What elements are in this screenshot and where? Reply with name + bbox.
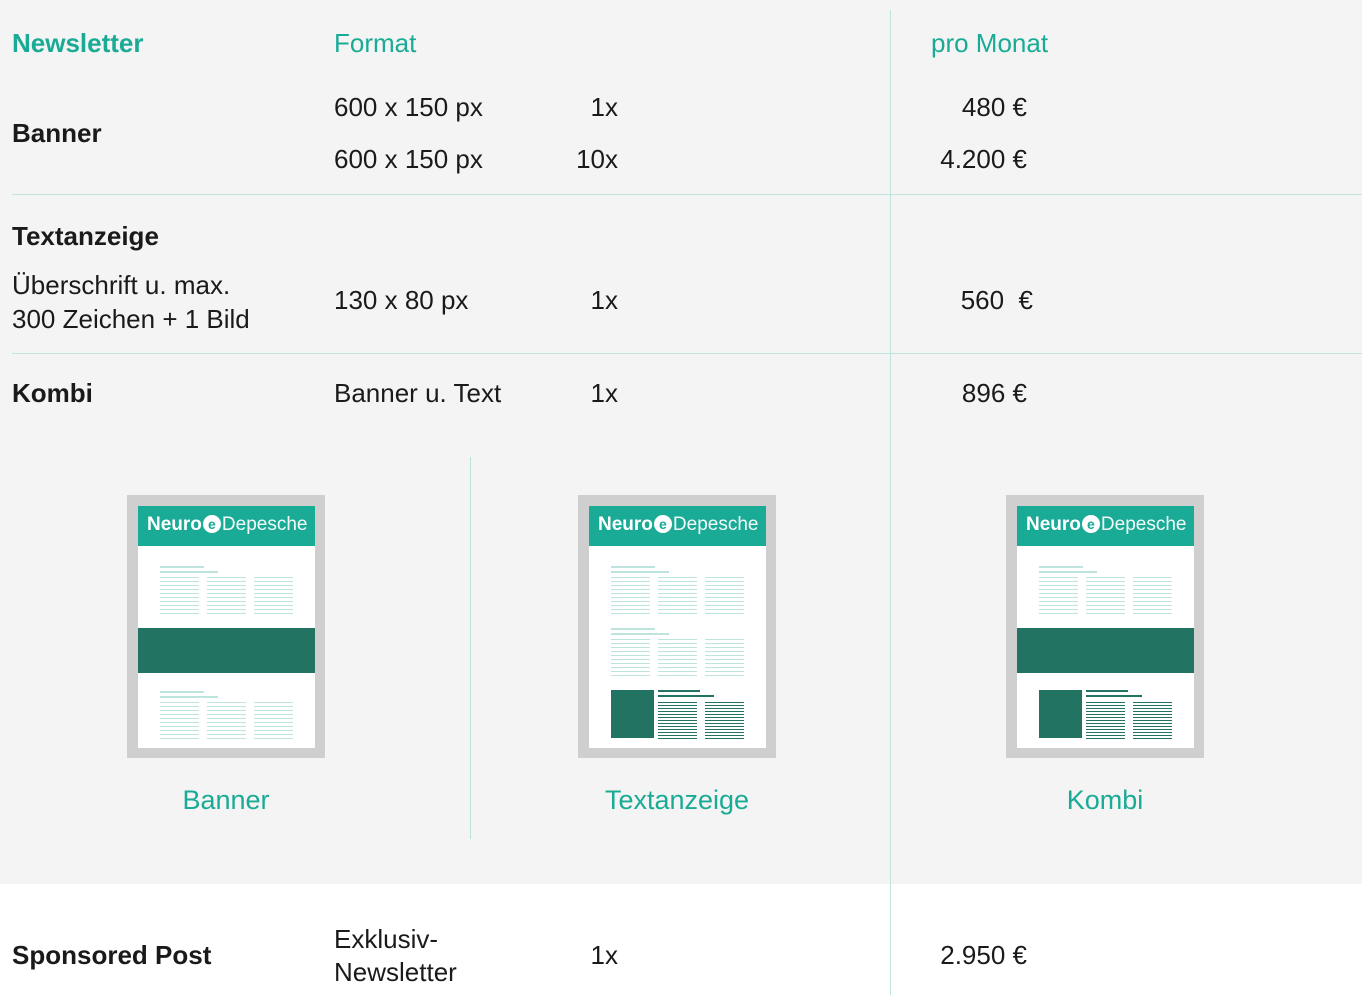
kombi-mockup: Neuro e Depesche [1006,495,1204,758]
textanzeige-desc-line1: Überschrift u. max. [12,270,231,300]
sponsored-format-line2: Newsletter [334,957,457,987]
newsletter-header: Neuro e Depesche [589,506,766,546]
banner-price-1: 480 € [961,92,1027,122]
banner-ad-placeholder [1017,628,1194,673]
banner-format-2: 600 x 150 px [334,144,483,174]
sponsored-qty: 1x [590,940,618,970]
row-divider [12,194,1362,195]
row-name-textanzeige: Textanzeige [12,221,159,251]
sponsored-price: 2.950 € [940,940,1027,970]
banner-price-2: 4.200 € [940,144,1027,174]
row-name-kombi: Kombi [12,378,93,408]
row-name-sponsored: Sponsored Post [12,940,212,970]
neuro-depesche-logo: Neuro e Depesche [147,514,308,535]
text-ad-image-placeholder [611,690,654,738]
textanzeige-format: 130 x 80 px [334,285,469,315]
caption-kombi: Kombi [1066,785,1144,815]
text-ad-image-placeholder [1039,690,1082,738]
neuro-depesche-logo: Neuro e Depesche [598,514,759,535]
header-newsletter: Newsletter [12,28,144,58]
header-price: pro Monat [931,28,1049,58]
kombi-format: Banner u. Text [334,378,502,408]
textanzeige-price: 560 € [960,285,1033,315]
caption-textanzeige: Textanzeige [604,785,750,815]
column-divider [890,10,891,995]
banner-format-1: 600 x 150 px [334,92,483,122]
textanzeige-desc-line2: 300 Zeichen + 1 Bild [12,304,250,334]
row-name-banner: Banner [12,118,102,148]
caption-banner: Banner [182,785,270,815]
newsletter-header: Neuro e Depesche [138,506,315,546]
banner-qty-2: 10x [576,144,618,174]
neuro-depesche-logo: Neuro e Depesche [1026,514,1187,535]
banner-mockup: Neuro e Depesche [127,495,325,758]
sponsored-format-line1: Exklusiv- [334,924,439,954]
header-format: Format [334,28,417,58]
banner-qty-1: 1x [590,92,618,122]
textanzeige-mockup: Neuro e Depesche [578,495,776,758]
banner-ad-placeholder [138,628,315,673]
mockup-divider [470,457,471,839]
kombi-qty: 1x [590,378,618,408]
newsletter-header: Neuro e Depesche [1017,506,1194,546]
kombi-price: 896 € [961,378,1027,408]
row-divider [12,353,1362,354]
textanzeige-qty: 1x [590,285,618,315]
